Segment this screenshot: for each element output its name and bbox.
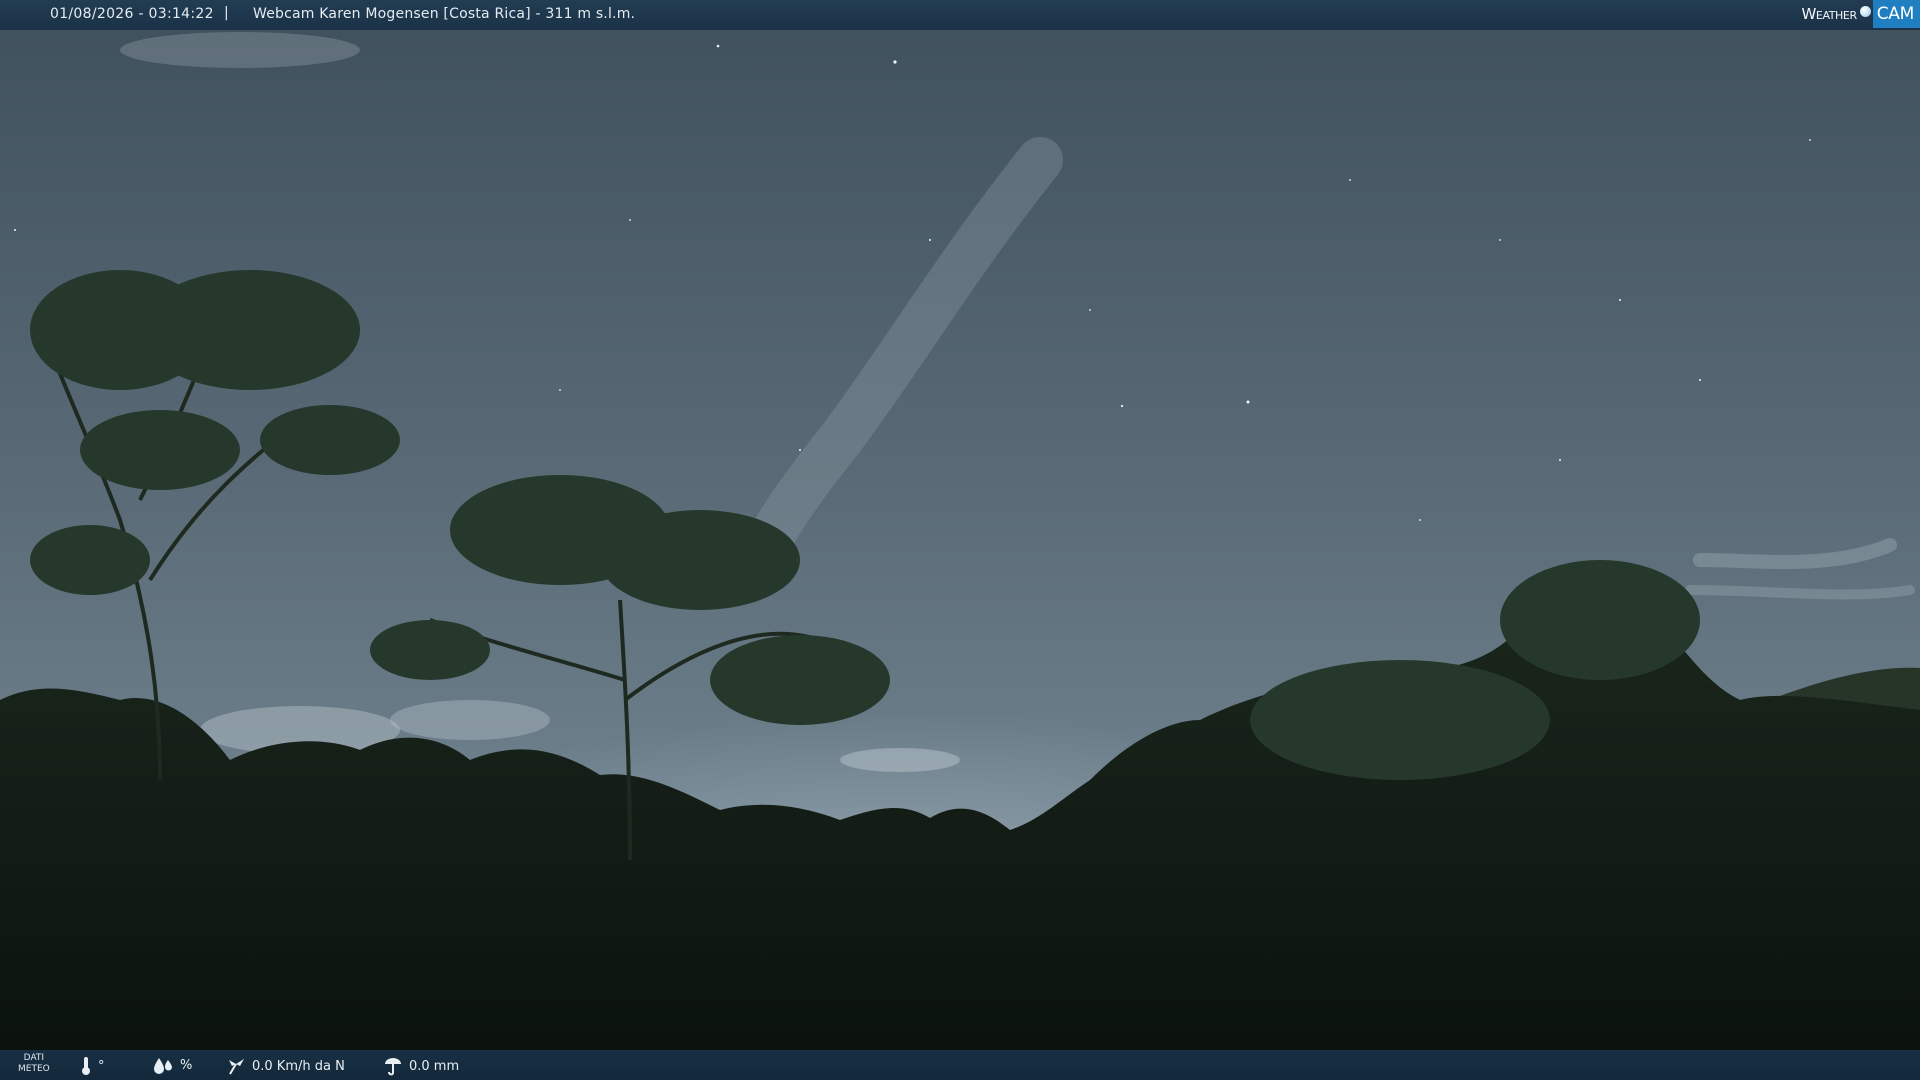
weather-data-bar: DATI METEO ° % 0.0 Km/h da N 0.0 mm [0, 1050, 1920, 1080]
temperature-value: ° [98, 1058, 105, 1074]
timestamp: 01/08/2026 - 03:14:22 [50, 6, 214, 22]
humidity-reading: % [152, 1056, 192, 1074]
logo-dot-icon [1859, 5, 1871, 17]
header-separator: | [224, 5, 229, 21]
logo-weather-text: Weather [1801, 5, 1857, 23]
webcam-frame: 01/08/2026 - 03:14:22 | Webcam Karen Mog… [0, 0, 1920, 1080]
weather-data-label: DATI METEO [18, 1053, 50, 1075]
rain-gauge-icon [385, 1058, 401, 1076]
rain-value: 0.0 mm [409, 1058, 460, 1074]
wind-vane-icon [229, 1059, 244, 1075]
temperature-reading: ° [80, 1056, 105, 1076]
webcam-title: Webcam Karen Mogensen [Costa Rica] - 311… [253, 6, 636, 22]
logo-cam-text: CAM [1872, 0, 1920, 28]
wind-value: 0.0 Km/h da N [252, 1058, 345, 1074]
weather-label-line1: DATI [23, 1053, 45, 1063]
humidity-drops-icon [154, 1058, 172, 1074]
weather-label-line2: METEO [18, 1064, 50, 1074]
weathercam-logo: Weather CAM [1801, 0, 1920, 28]
webcam-image [0, 0, 1920, 1080]
top-info-bar: 01/08/2026 - 03:14:22 | Webcam Karen Mog… [0, 0, 1920, 30]
thermometer-icon [82, 1057, 90, 1075]
wind-reading: 0.0 Km/h da N [226, 1056, 345, 1076]
humidity-value: % [180, 1057, 193, 1073]
rain-reading: 0.0 mm [383, 1056, 459, 1076]
